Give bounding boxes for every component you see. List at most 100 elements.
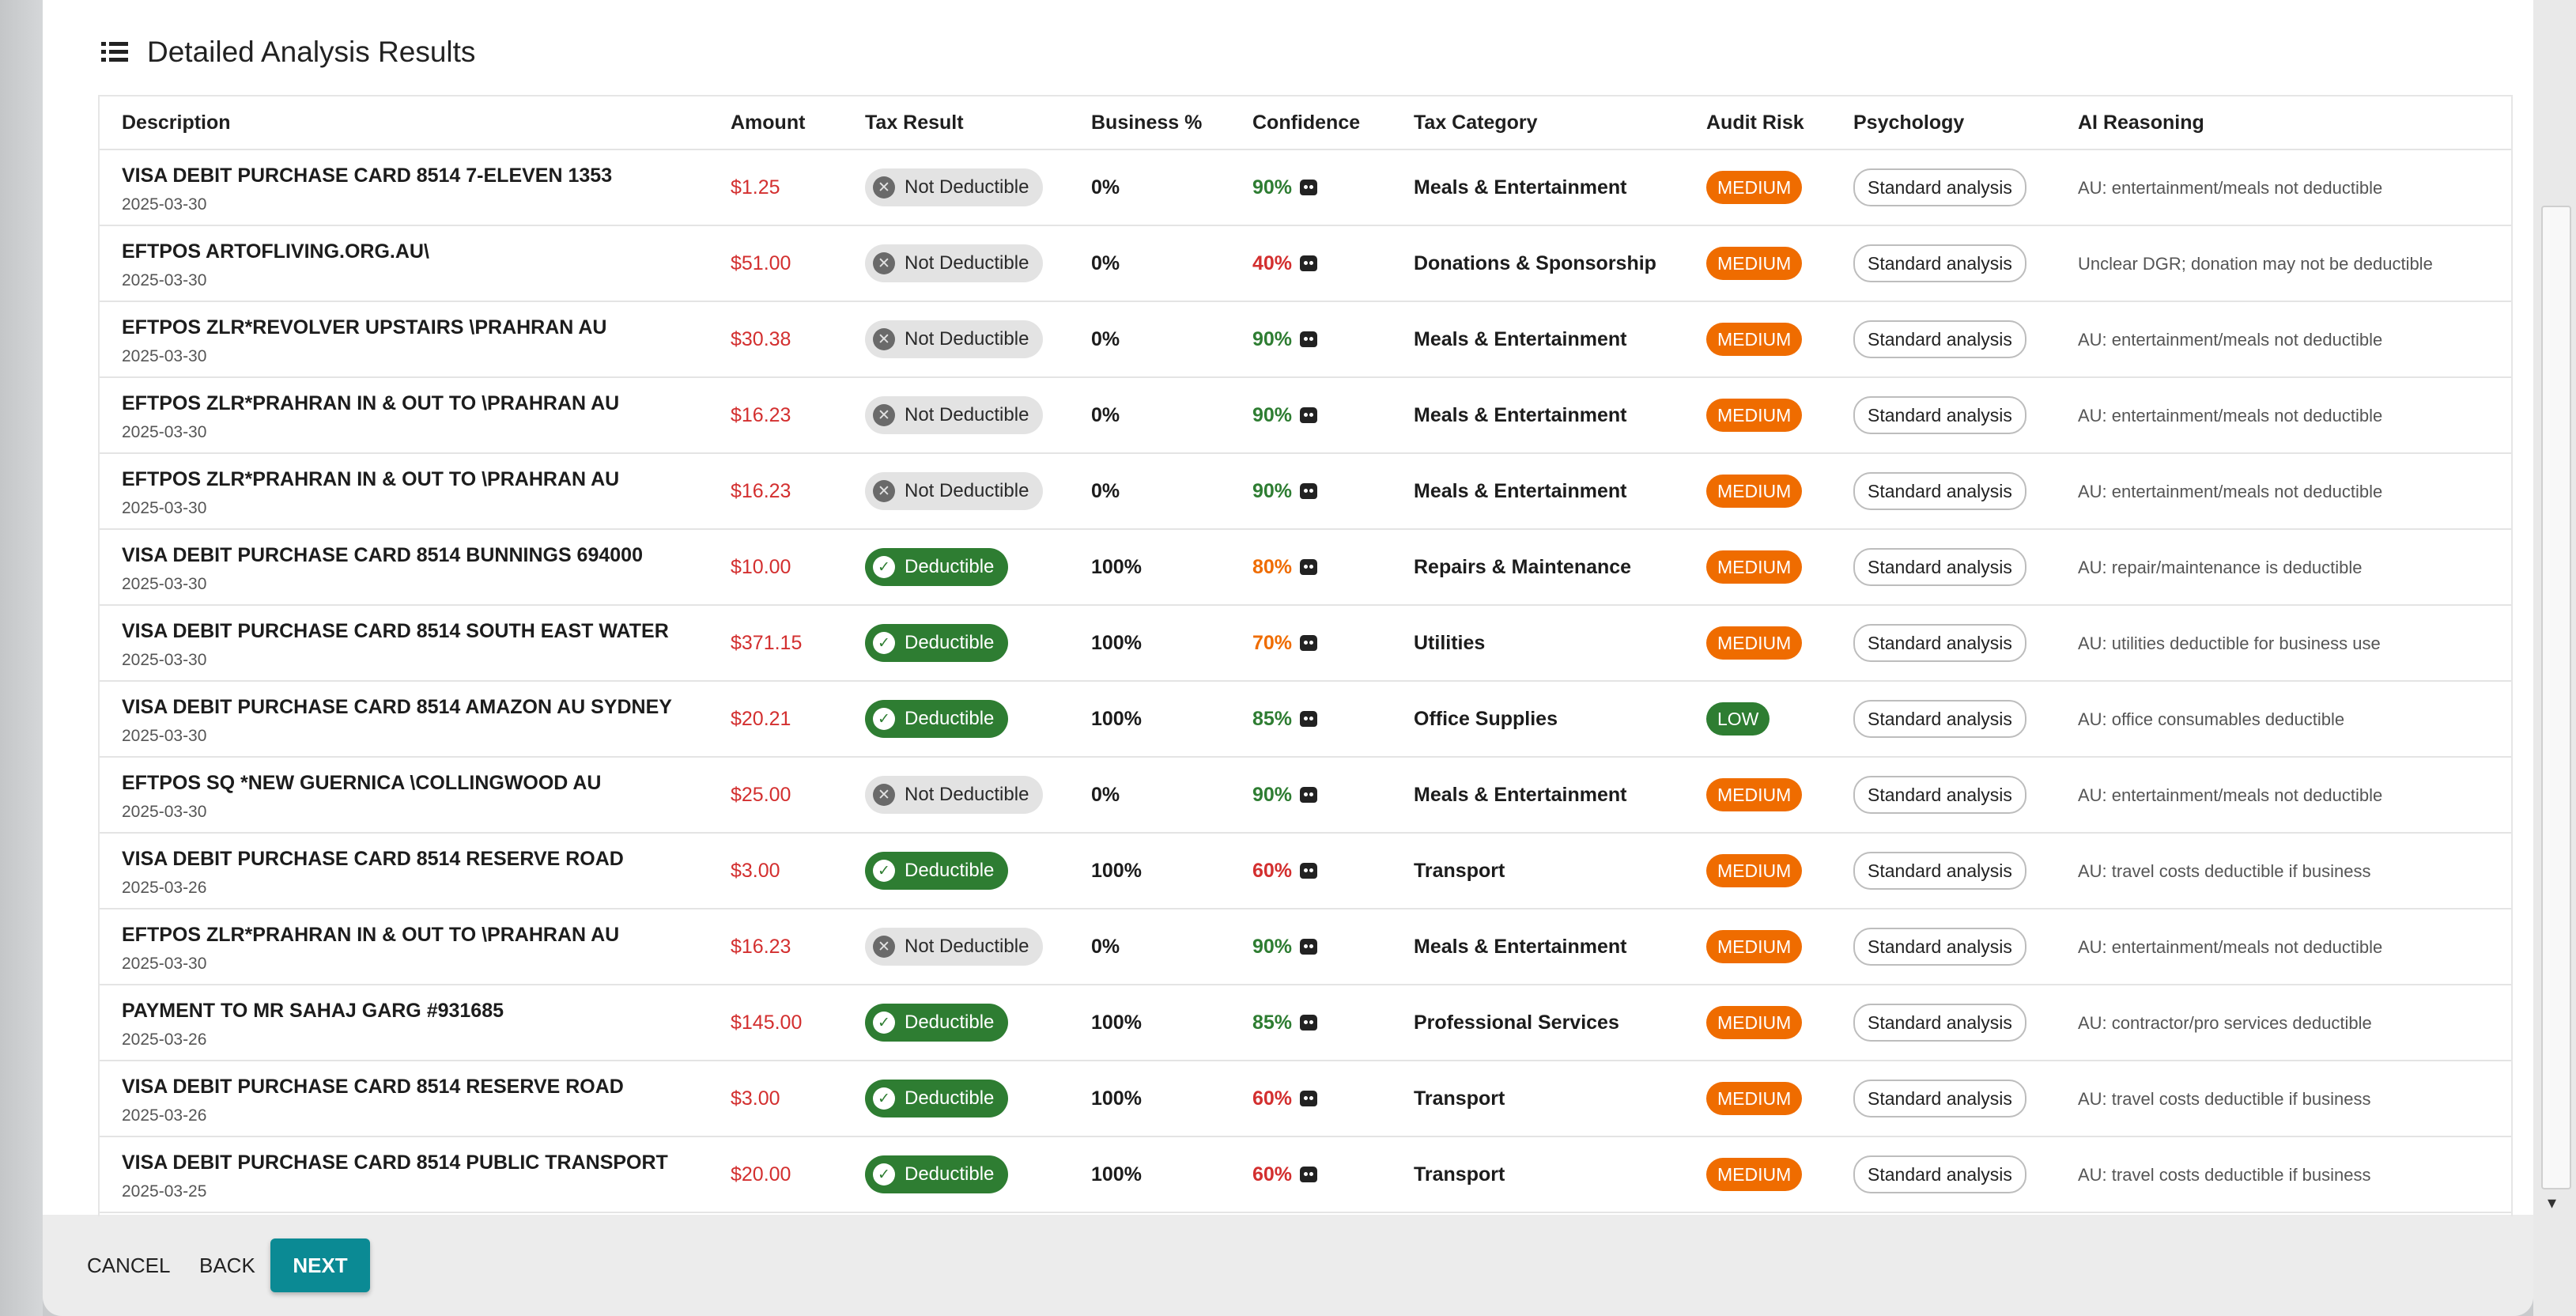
business-cell: 100% [1069, 1061, 1230, 1137]
audit-risk-cell: MEDIUM [1684, 1061, 1831, 1137]
psychology-chip[interactable]: Standard analysis [1853, 548, 2026, 586]
ai-reasoning: AU: travel costs deductible if business [2078, 1164, 2371, 1185]
tax-result-label: Not Deductible [905, 252, 1029, 274]
ai-reasoning: AU: entertainment/meals not deductible [2078, 329, 2383, 350]
transaction-description: EFTPOS ZLR*PRAHRAN IN & OUT TO \PRAHRAN … [122, 391, 620, 414]
tax-result-chip: ✓ Deductible [865, 1004, 1009, 1042]
psychology-cell: Standard analysis [1831, 301, 2056, 378]
psychology-chip[interactable]: Standard analysis [1853, 1155, 2026, 1193]
amount-value: $20.21 [731, 707, 791, 730]
table-row[interactable]: VISA DEBIT PURCHASE CARD 8514 BUNNINGS 6… [100, 529, 2511, 606]
amount-value: $3.00 [731, 1087, 780, 1110]
psychology-chip[interactable]: Standard analysis [1853, 1004, 2026, 1042]
table-row[interactable]: VISA DEBIT PURCHASE CARD 8514 AMAZON AU … [100, 681, 2511, 758]
tax-category: Meals & Entertainment [1414, 327, 1627, 350]
description-cell: VISA DEBIT PURCHASE CARD 8514 AMAZON AU … [100, 681, 708, 758]
check-circle-icon: ✓ [873, 556, 895, 578]
back-button[interactable]: BACK [182, 1238, 273, 1292]
confidence-cell: 90% [1230, 757, 1392, 834]
category-cell: Meals & Entertainment [1392, 757, 1684, 834]
category-cell: Repairs & Maintenance [1392, 529, 1684, 606]
psychology-chip[interactable]: Standard analysis [1853, 244, 2026, 282]
x-circle-icon: ✕ [873, 328, 895, 350]
psychology-chip[interactable]: Standard analysis [1853, 852, 2026, 890]
tax-result-label: Not Deductible [905, 480, 1029, 501]
psychology-chip[interactable]: Standard analysis [1853, 396, 2026, 434]
tax-result-label: Deductible [905, 860, 995, 881]
reasoning-cell: AU: travel costs deductible if business [2056, 1061, 2511, 1137]
transaction-date: 2025-03-30 [122, 422, 207, 441]
robot-icon [1300, 331, 1318, 347]
table-row[interactable]: PAYMENT TO MR SAHAJ GARG #931685 2025-03-… [100, 985, 2511, 1061]
psychology-cell: Standard analysis [1831, 757, 2056, 834]
backdrop [0, 0, 43, 1316]
psychology-chip[interactable]: Standard analysis [1853, 700, 2026, 738]
psychology-chip[interactable]: Standard analysis [1853, 624, 2026, 662]
confidence-cell: 60% [1230, 833, 1392, 909]
table-row[interactable]: EFTPOS ARTOFLIVING.ORG.AU\ 2025-03-30 $51.… [100, 225, 2511, 302]
table-row[interactable]: EFTPOS ZLR*REVOLVER UPSTAIRS \PRAHRAN AU… [100, 301, 2511, 378]
confidence-value: 60% [1252, 1087, 1293, 1110]
amount-value: $51.00 [731, 251, 791, 274]
psychology-cell: Standard analysis [1831, 833, 2056, 909]
check-circle-icon: ✓ [873, 708, 895, 730]
tax-result-label: Not Deductible [905, 404, 1029, 425]
table-row[interactable]: EFTPOS ZLR*PRAHRAN IN & OUT TO \PRAHRAN … [100, 377, 2511, 454]
business-cell: 100% [1069, 605, 1230, 682]
confidence-value: 85% [1252, 1011, 1293, 1034]
column-header: Business % [1069, 96, 1230, 150]
audit-risk-cell: MEDIUM [1684, 149, 1831, 226]
tax-category: Transport [1414, 1163, 1505, 1186]
psychology-chip[interactable]: Standard analysis [1853, 1080, 2026, 1117]
list-icon [101, 42, 130, 62]
category-cell: Transport [1392, 1136, 1684, 1213]
psychology-chip[interactable]: Standard analysis [1853, 776, 2026, 814]
table-row[interactable]: VISA DEBIT PURCHASE CARD 8514 7-ELEVEN 1… [100, 149, 2511, 226]
amount-cell: $16.23 [708, 453, 843, 530]
transaction-description: VISA DEBIT PURCHASE CARD 8514 7-ELEVEN 1… [122, 164, 613, 187]
scrollbar-thumb[interactable] [2541, 206, 2571, 1189]
ai-reasoning: AU: entertainment/meals not deductible [2078, 405, 2383, 425]
table-row[interactable]: EFTPOS ZLR*PRAHRAN IN & OUT TO \PRAHRAN … [100, 453, 2511, 530]
x-circle-icon: ✕ [873, 480, 895, 502]
table-row[interactable]: VISA DEBIT PURCHASE CARD 8514 PUBLIC TRA… [100, 1136, 2511, 1213]
amount-cell: $371.15 [708, 605, 843, 682]
tax-result-label: Not Deductible [905, 784, 1029, 805]
table-row[interactable]: VISA DEBIT PURCHASE CARD 8514 SOUTH EAST… [100, 605, 2511, 682]
psychology-chip[interactable]: Standard analysis [1853, 472, 2026, 510]
business-percent: 100% [1091, 1087, 1142, 1110]
table-row[interactable]: EFTPOS SQ *NEW GUERNICA \COLLINGWOOD AU 2… [100, 757, 2511, 834]
confidence-value: 90% [1252, 479, 1293, 502]
amount-value: $371.15 [731, 631, 803, 654]
psychology-chip[interactable]: Standard analysis [1853, 320, 2026, 358]
table-row[interactable]: VISA DEBIT PURCHASE CARD 8514 RESERVE RO… [100, 833, 2511, 909]
table-row[interactable]: EFTPOS ZLR*PRAHRAN IN & OUT TO \PRAHRAN … [100, 909, 2511, 985]
table-row[interactable]: VISA DEBIT PURCHASE CARD 8514 RESERVE RO… [100, 1061, 2511, 1137]
business-percent: 0% [1091, 176, 1120, 199]
audit-risk-cell: MEDIUM [1684, 377, 1831, 454]
tax-result-chip: ✓ Deductible [865, 1155, 1009, 1193]
x-circle-icon: ✕ [873, 404, 895, 426]
amount-value: $3.00 [731, 859, 780, 882]
scrollbar[interactable]: ▾ [2533, 0, 2576, 1316]
audit-risk-badge: MEDIUM [1706, 930, 1803, 963]
psychology-cell: Standard analysis [1831, 605, 2056, 682]
description-cell: EFTPOS ZLR*PRAHRAN IN & OUT TO \PRAHRAN … [100, 453, 708, 530]
next-button[interactable]: NEXT [270, 1238, 370, 1292]
amount-cell: $16.23 [708, 377, 843, 454]
psychology-chip[interactable]: Standard analysis [1853, 928, 2026, 966]
robot-icon [1300, 255, 1318, 271]
transaction-date: 2025-03-25 [122, 1182, 207, 1201]
transaction-date: 2025-03-26 [122, 1106, 207, 1125]
psychology-chip[interactable]: Standard analysis [1853, 168, 2026, 206]
audit-risk-badge: LOW [1706, 702, 1770, 736]
description-cell: EFTPOS SQ *NEW GUERNICA \COLLINGWOOD AU 2… [100, 757, 708, 834]
cancel-button[interactable]: CANCEL [70, 1238, 187, 1292]
tax-category: Repairs & Maintenance [1414, 555, 1632, 578]
confidence-cell: 90% [1230, 377, 1392, 454]
confidence-value: 90% [1252, 935, 1293, 958]
transaction-date: 2025-03-30 [122, 574, 207, 593]
psychology-cell: Standard analysis [1831, 1136, 2056, 1213]
business-cell: 0% [1069, 909, 1230, 985]
scroll-down-icon[interactable]: ▾ [2548, 1193, 2556, 1213]
